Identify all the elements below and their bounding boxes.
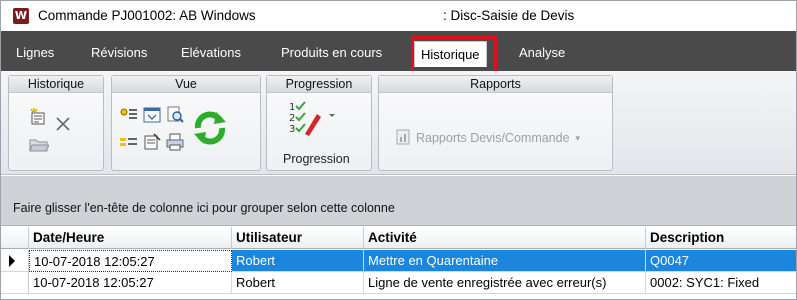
rapports-devis-commande-button[interactable]: Rapports Devis/Commande ▾ bbox=[396, 128, 580, 148]
report-icon bbox=[396, 129, 410, 148]
menu-lignes[interactable]: Lignes bbox=[16, 45, 54, 60]
refresh-icon[interactable] bbox=[190, 108, 230, 148]
svg-text:1: 1 bbox=[289, 102, 295, 113]
column-header-user[interactable]: Utilisateur bbox=[232, 227, 364, 249]
row-indicator bbox=[1, 250, 29, 272]
checklist-icon[interactable]: 1 2 3 bbox=[287, 100, 337, 138]
menu-produits-en-cours[interactable]: Produits en cours bbox=[281, 45, 382, 60]
window-subtitle: : Disc-Saisie de Devis bbox=[443, 8, 575, 23]
history-grid: Date/Heure Utilisateur Activité Descript… bbox=[1, 227, 796, 299]
table-row[interactable]: 10-07-2018 12:05:27 Robert Ligne de vent… bbox=[1, 272, 796, 294]
print-icon[interactable] bbox=[165, 132, 185, 152]
grid-header: Date/Heure Utilisateur Activité Descript… bbox=[1, 227, 796, 249]
cell-user[interactable]: Robert bbox=[232, 272, 364, 294]
ribbon-group-vue: Vue bbox=[111, 75, 261, 171]
title-bar: W Commande PJ001002: AB Windows : Disc-S… bbox=[1, 1, 796, 31]
new-entry-icon[interactable] bbox=[28, 107, 48, 127]
app-window: W Commande PJ001002: AB Windows : Disc-S… bbox=[0, 0, 797, 300]
column-header-description[interactable]: Description bbox=[646, 227, 796, 249]
row-indicator bbox=[1, 272, 29, 294]
group-by-panel[interactable]: Faire glisser l'en-tête de colonne ici p… bbox=[1, 176, 796, 226]
column-header-date[interactable]: Date/Heure bbox=[29, 227, 232, 249]
svg-text:2: 2 bbox=[289, 113, 295, 124]
delete-icon[interactable] bbox=[53, 114, 73, 134]
dropdown-arrow-icon: ▾ bbox=[575, 132, 581, 143]
menu-analyse[interactable]: Analyse bbox=[519, 45, 565, 60]
menu-historique[interactable]: Historique bbox=[414, 41, 487, 67]
rapports-button-label: Rapports Devis/Commande bbox=[416, 131, 570, 145]
cell-activity[interactable]: Mettre en Quarentaine bbox=[364, 250, 646, 272]
app-logo-icon: W bbox=[13, 8, 29, 24]
ribbon-group-progression: Progression 1 2 3 Progression bbox=[266, 75, 372, 171]
cell-date[interactable]: 10-07-2018 12:05:27 bbox=[29, 250, 232, 272]
ribbon-group-rapports: Rapports bbox=[378, 75, 613, 171]
group-header-progression: Progression bbox=[267, 76, 371, 93]
open-folder-icon[interactable] bbox=[28, 134, 50, 154]
current-row-arrow-icon bbox=[9, 255, 15, 267]
details-icon[interactable] bbox=[119, 134, 139, 150]
cell-description[interactable]: 0002: SYC1: Fixed bbox=[646, 272, 796, 294]
cell-description[interactable]: Q0047 bbox=[646, 250, 796, 272]
menu-revisions[interactable]: Révisions bbox=[91, 45, 147, 60]
group-header-vue: Vue bbox=[112, 76, 260, 93]
group-by-hint: Faire glisser l'en-tête de colonne ici p… bbox=[13, 201, 395, 215]
preview-icon[interactable] bbox=[165, 105, 185, 125]
filter-panel-icon[interactable] bbox=[142, 106, 162, 124]
progression-button-label[interactable]: Progression bbox=[283, 152, 350, 166]
menu-elevations[interactable]: Elévations bbox=[181, 45, 241, 60]
row-indicator-header bbox=[1, 227, 29, 249]
properties-icon[interactable] bbox=[142, 132, 162, 152]
group-header-rapports: Rapports bbox=[379, 76, 612, 93]
table-row[interactable]: 10-07-2018 12:05:27 Robert Mettre en Qua… bbox=[1, 250, 796, 272]
group-header-historique: Historique bbox=[9, 76, 103, 93]
cell-date[interactable]: 10-07-2018 12:05:27 bbox=[29, 272, 232, 294]
ribbon-group-historique: Historique bbox=[8, 75, 104, 171]
show-columns-icon[interactable] bbox=[119, 106, 139, 124]
window-title: Commande PJ001002: AB Windows bbox=[38, 8, 256, 23]
column-header-activity[interactable]: Activité bbox=[364, 227, 646, 249]
menu-bar: Lignes Révisions Elévations Produits en … bbox=[1, 31, 796, 71]
svg-text:3: 3 bbox=[289, 124, 295, 135]
ribbon: Historique Vue Progression 1 2 3 Progres… bbox=[1, 71, 796, 175]
cell-activity[interactable]: Ligne de vente enregistrée avec erreur(s… bbox=[364, 272, 646, 294]
cell-user[interactable]: Robert bbox=[232, 250, 364, 272]
